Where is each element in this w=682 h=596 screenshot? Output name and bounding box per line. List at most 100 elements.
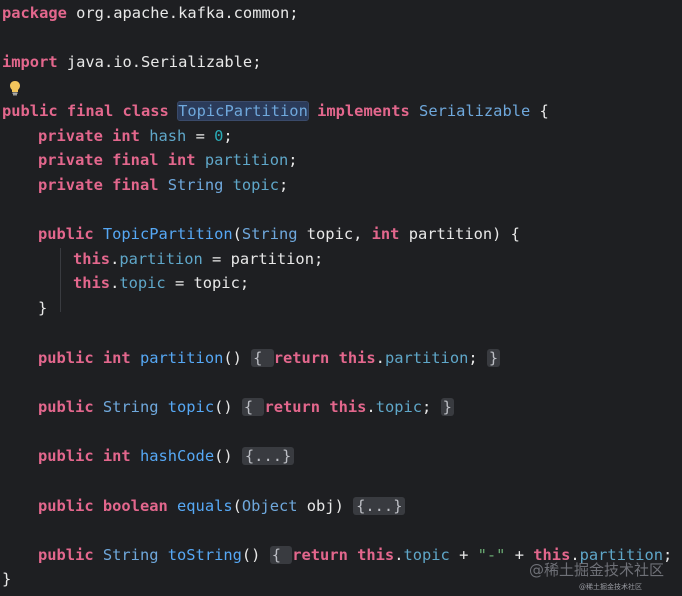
keyword: final <box>102 151 159 169</box>
keyword: private <box>38 176 103 194</box>
keyword: public <box>38 398 94 416</box>
code-text: = <box>186 127 215 145</box>
keyword: int <box>93 447 131 465</box>
field-name: partition <box>195 151 289 169</box>
method-name: topic <box>158 398 215 416</box>
folded-code-block[interactable]: {...} <box>353 497 406 515</box>
code-text: ; <box>223 127 233 145</box>
type-name: Object <box>241 497 298 515</box>
keyword: this <box>73 250 111 268</box>
code-text: { <box>530 102 549 120</box>
keyword: int <box>102 127 140 145</box>
code-text: + <box>449 546 478 564</box>
code-text: . <box>366 398 376 416</box>
code-line-field-hash: private int hash = 0; <box>2 124 233 148</box>
keyword: public <box>38 497 94 515</box>
keyword: class <box>113 102 169 120</box>
keyword: public <box>38 225 94 243</box>
code-line-field-topic: private final String topic; <box>2 173 288 197</box>
type-name: String <box>93 398 159 416</box>
code-line-topic-getter: public String topic() { return this.topi… <box>2 395 454 419</box>
code-text: ; <box>288 151 298 169</box>
method-name: partition <box>130 349 224 367</box>
code-text: = topic; <box>165 274 250 292</box>
keyword: int <box>371 225 400 243</box>
keyword: return <box>292 546 348 564</box>
code-text: ; <box>468 349 487 367</box>
code-text: ( <box>232 497 242 515</box>
keyword: return <box>264 398 321 416</box>
code-text: ; <box>422 398 441 416</box>
field-name: hash <box>139 127 187 145</box>
keyword: public <box>38 349 94 367</box>
fold-region-open[interactable]: { <box>269 546 293 564</box>
code-line-class-declaration: public final class TopicPartition implem… <box>2 99 549 123</box>
code-text: . <box>110 250 120 268</box>
code-text: java.io.Serializable; <box>57 53 262 71</box>
watermark-small-text: @稀土掘金技术社区 <box>579 583 642 591</box>
keyword: public <box>38 447 94 465</box>
keyword: this <box>320 398 367 416</box>
method-name: TopicPartition <box>93 225 233 243</box>
type-name: String <box>241 225 298 243</box>
code-line-hashcode: public int hashCode() {...} <box>2 444 295 468</box>
code-text: obj) <box>297 497 354 515</box>
fold-region-open[interactable]: { <box>251 349 274 367</box>
method-name: equals <box>167 497 233 515</box>
code-line-package: package org.apache.kafka.common; <box>2 1 299 25</box>
type-name: String <box>93 546 159 564</box>
code-text: () <box>241 546 270 564</box>
keyword: private <box>38 151 103 169</box>
field-name: partition <box>119 250 203 268</box>
keyword: int <box>158 151 196 169</box>
keyword: this <box>347 546 395 564</box>
field-name: topic <box>403 546 450 564</box>
keyword: final <box>102 176 159 194</box>
keyword: boolean <box>93 497 168 515</box>
code-text: ; <box>278 176 289 194</box>
code-line-equals: public boolean equals(Object obj) {...} <box>2 494 406 518</box>
code-line-assign-partition: this.partition = partition; <box>2 247 323 271</box>
code-text: . <box>110 274 120 292</box>
keyword: public <box>2 102 58 120</box>
code-line-class-close: } <box>2 567 11 591</box>
keyword: import <box>2 53 58 71</box>
code-text: } <box>2 570 12 588</box>
keyword: this <box>329 349 376 367</box>
code-text: () <box>214 447 242 465</box>
number-literal: 0 <box>214 127 224 145</box>
string-literal: "-" <box>477 546 506 564</box>
code-line-constructor: public TopicPartition(String topic, int … <box>2 222 520 246</box>
keyword: package <box>2 4 67 22</box>
code-text: } <box>38 299 48 317</box>
code-line-import: import java.io.Serializable; <box>2 50 261 74</box>
keyword: return <box>273 349 330 367</box>
field-name: partition <box>384 349 469 367</box>
field-name: topic <box>375 398 423 416</box>
folded-code-block[interactable]: {...} <box>241 447 295 465</box>
keyword: int <box>93 349 131 367</box>
code-editor[interactable]: package org.apache.kafka.common; import … <box>0 0 682 596</box>
keyword: final <box>57 102 114 120</box>
code-text: () <box>214 398 242 416</box>
class-name-highlight[interactable]: TopicPartition <box>177 101 309 121</box>
type-name: Serializable <box>409 102 531 120</box>
code-text: topic, <box>297 225 372 243</box>
fold-region-open[interactable]: { <box>241 398 265 416</box>
keyword: public <box>38 546 94 564</box>
fold-region-close[interactable]: } <box>440 398 454 416</box>
keyword: private <box>38 127 103 145</box>
type-name: String <box>158 176 224 194</box>
code-text: ( <box>232 225 242 243</box>
field-name: topic <box>119 274 166 292</box>
keyword: implements <box>307 102 410 120</box>
code-line-field-partition: private final int partition; <box>2 148 298 172</box>
method-name: hashCode <box>130 447 215 465</box>
code-text: = partition; <box>202 250 324 268</box>
code-text: org.apache.kafka.common; <box>66 4 299 22</box>
field-name: topic <box>223 176 279 194</box>
lightbulb-icon[interactable] <box>9 80 21 96</box>
fold-region-close[interactable]: } <box>486 349 501 367</box>
code-line-close-brace: } <box>2 296 47 320</box>
